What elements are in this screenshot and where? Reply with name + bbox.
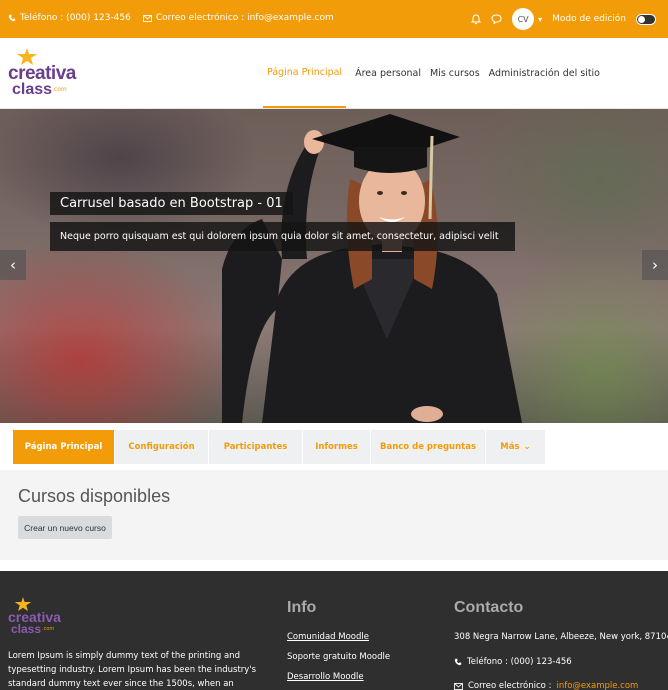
main-navigation: Página Principal Área personal Mis curso… bbox=[262, 38, 600, 108]
top-actions: CV ▾ Modo de edición bbox=[471, 7, 656, 31]
hero-carousel: Carrusel basado en Bootstrap - 01 Neque … bbox=[0, 109, 668, 423]
footer-link-community[interactable]: Comunidad Moodle bbox=[287, 632, 369, 642]
tab-participants[interactable]: Participantes bbox=[209, 430, 303, 464]
bell-icon[interactable] bbox=[471, 13, 482, 25]
top-bar: Teléfono : (000) 123-456 Correo electrón… bbox=[0, 0, 668, 38]
footer-phone: Teléfono : (000) 123-456 bbox=[454, 657, 572, 667]
footer-phone-text: Teléfono : (000) 123-456 bbox=[467, 657, 572, 667]
top-email: Correo electrónico : info@example.com bbox=[155, 13, 334, 23]
site-footer: creativa class .com Lorem Ipsum is simpl… bbox=[0, 571, 668, 690]
envelope-icon bbox=[454, 682, 463, 690]
top-phone: Teléfono : (000) 123-456 bbox=[20, 13, 131, 23]
tab-question-bank[interactable]: Banco de preguntas bbox=[371, 430, 486, 464]
logo-text-bottom: class bbox=[12, 81, 53, 98]
phone-icon bbox=[8, 14, 16, 22]
nav-home[interactable]: Página Principal bbox=[262, 54, 347, 108]
new-course-button[interactable]: Crear un nuevo curso bbox=[18, 516, 112, 539]
site-header: creativa class .com Página Principal Áre… bbox=[0, 38, 668, 109]
nav-site-admin[interactable]: Administración del sitio bbox=[489, 38, 600, 108]
top-contact: Teléfono : (000) 123-456 Correo electrón… bbox=[8, 13, 334, 23]
page-title: Cursos disponibles bbox=[18, 486, 171, 506]
chat-icon[interactable] bbox=[491, 14, 502, 24]
chevron-down-icon[interactable]: ▾ bbox=[538, 15, 542, 24]
envelope-icon bbox=[142, 14, 152, 22]
avatar[interactable]: CV bbox=[512, 8, 535, 30]
main-content: Cursos disponibles Crear un nuevo curso bbox=[0, 470, 668, 560]
chevron-right-icon: › bbox=[652, 256, 658, 274]
footer-logo-suffix: .com bbox=[42, 626, 55, 632]
footer-address: 308 Negra Narrow Lane, Albeeze, New york… bbox=[454, 632, 668, 642]
footer-email: Correo electrónico : info@example.com bbox=[454, 681, 638, 690]
footer-email-label: Correo electrónico : bbox=[468, 681, 552, 690]
course-secondary-nav: Página Principal Configuración Participa… bbox=[13, 430, 546, 464]
footer-about-text: Lorem Ipsum is simply dummy text of the … bbox=[8, 651, 257, 689]
graduate-photo bbox=[222, 114, 522, 423]
footer-link-support[interactable]: Soporte gratuito Moodle bbox=[287, 652, 390, 662]
tab-more[interactable]: Más ⌄ bbox=[486, 430, 546, 464]
tab-home[interactable]: Página Principal bbox=[13, 430, 115, 464]
footer-logo-text-bottom: class bbox=[11, 622, 42, 636]
footer-logo[interactable]: creativa class .com bbox=[8, 597, 68, 637]
footer-link-development[interactable]: Desarrollo Moodle bbox=[287, 672, 364, 682]
footer-email-link[interactable]: info@example.com bbox=[556, 681, 638, 690]
tab-more-label: Más bbox=[500, 442, 520, 452]
carousel-caption-title: Carrusel basado en Bootstrap - 01 bbox=[50, 192, 293, 215]
nav-my-courses[interactable]: Mis cursos bbox=[430, 38, 480, 108]
nav-personal-area[interactable]: Área personal bbox=[355, 38, 421, 108]
footer-info-title: Info bbox=[287, 599, 317, 616]
carousel-prev-button[interactable]: ‹ bbox=[0, 250, 26, 280]
footer-contact-title: Contacto bbox=[454, 599, 524, 616]
carousel-caption-text: Neque porro quisquam est qui dolorem ips… bbox=[50, 222, 515, 251]
logo-suffix: .com bbox=[52, 86, 67, 93]
site-logo[interactable]: creativa class .com bbox=[8, 48, 88, 100]
tab-reports[interactable]: Informes bbox=[303, 430, 371, 464]
tab-settings[interactable]: Configuración bbox=[115, 430, 209, 464]
phone-icon bbox=[454, 658, 462, 666]
chevron-left-icon: ‹ bbox=[10, 256, 16, 274]
edit-mode-toggle[interactable] bbox=[636, 13, 656, 25]
edit-mode-label: Modo de edición bbox=[552, 14, 626, 24]
chevron-down-icon: ⌄ bbox=[523, 442, 531, 452]
carousel-next-button[interactable]: › bbox=[642, 250, 668, 280]
